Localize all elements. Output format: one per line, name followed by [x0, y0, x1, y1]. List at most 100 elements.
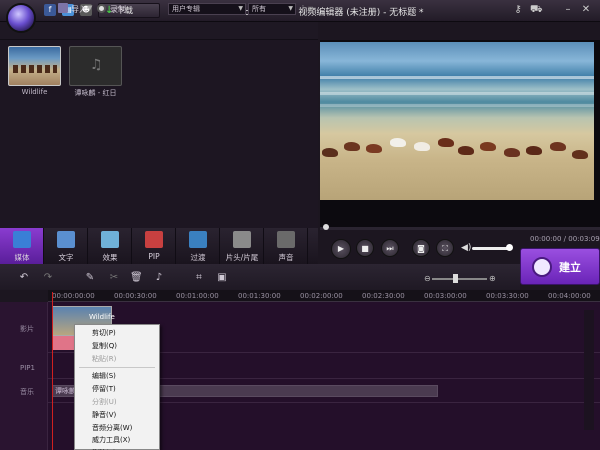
tab-3[interactable]: PIP	[132, 228, 176, 264]
camera-icon: ◙	[417, 244, 425, 253]
context-menu-item[interactable]: 静音(V)	[76, 409, 158, 422]
stop-button[interactable]: ■	[356, 239, 374, 257]
redo-icon[interactable]: ↷	[42, 272, 54, 283]
tab-label: 媒体	[14, 253, 30, 262]
stop-icon: ■	[361, 244, 369, 253]
tab-label: 片头/片尾	[225, 253, 259, 262]
ruler-tick-label: 00:01:30:00	[238, 292, 281, 300]
tab-label: PIP	[148, 252, 160, 261]
ruler-tick-label: 00:02:30:00	[362, 292, 405, 300]
context-menu-item[interactable]: 威力工具(X)	[76, 434, 158, 447]
ruler-tick-label: 00:04:00:00	[548, 292, 591, 300]
progress-handle[interactable]	[323, 224, 329, 230]
media-thumb-music[interactable]: ♫	[69, 46, 122, 86]
delete-icon[interactable]: 🗑	[130, 272, 143, 283]
album-select-value: 用户专辑	[172, 5, 200, 13]
tab-label: 过渡	[190, 253, 206, 262]
transition-icon	[189, 231, 207, 248]
timeline-toolbar	[0, 264, 520, 290]
media-thumb-wildlife[interactable]	[8, 46, 61, 86]
play-icon: ▶	[337, 244, 345, 253]
ruler-tick-label: 00:00:00:00	[52, 292, 95, 300]
filter-select[interactable]: 所有 ▼	[248, 3, 296, 15]
ruler-tick-label: 00:01:00:00	[176, 292, 219, 300]
download-button[interactable]: ↓ 下载	[98, 3, 160, 18]
pip-icon	[145, 231, 163, 248]
timeline-scrollbar[interactable]	[584, 310, 594, 430]
tab-4[interactable]: 过渡	[176, 228, 220, 264]
key-icon[interactable]: ⚷	[512, 4, 524, 15]
volume-icon[interactable]: ◀)	[461, 243, 471, 253]
context-menu: 剪切(P) 复制(Q) 粘贴(R) 编辑(S) 停留(T) 分割(U) 静音(V) 音频分离(…	[74, 324, 160, 450]
volume-handle[interactable]	[506, 244, 513, 251]
zoom-handle[interactable]	[453, 274, 458, 283]
fullscreen-icon: ⛶	[442, 244, 448, 253]
zoom-out-icon[interactable]: ⊖	[424, 274, 431, 283]
track-label-music: 音乐	[20, 388, 34, 396]
minimize-icon[interactable]: –	[562, 4, 574, 15]
facebook-icon[interactable]: f	[44, 4, 56, 16]
media-caption: 谭咏麟 - 红日	[74, 89, 117, 97]
sound-icon	[277, 231, 295, 248]
context-menu-item[interactable]: 分割(U)	[76, 396, 158, 409]
chevron-down-icon[interactable]: ▼	[87, 4, 92, 12]
menu-separator	[79, 367, 155, 369]
import-button[interactable]: 导入	[71, 4, 87, 15]
media-toolbar	[0, 22, 318, 40]
context-menu-item[interactable]: 粘贴(R)	[76, 353, 158, 366]
track-label-pip: PIP1	[20, 364, 35, 372]
fullscreen-button[interactable]: ⛶	[436, 239, 454, 257]
context-menu-item[interactable]: 复制(Q)	[76, 340, 158, 353]
album-select[interactable]: 用户专辑 ▼	[168, 3, 246, 15]
context-menu-item[interactable]: 停留(T)	[76, 383, 158, 396]
next-frame-icon: ⏭	[386, 244, 394, 253]
text-icon	[57, 231, 75, 248]
ruler-tick-label: 00:00:30:00	[114, 292, 157, 300]
media-icon	[13, 231, 31, 248]
context-menu-item[interactable]: 音频分离(W)	[76, 422, 158, 435]
record-icon[interactable]	[97, 4, 106, 13]
create-button[interactable]: 建立	[520, 248, 600, 285]
next-frame-button[interactable]: ⏭	[381, 239, 399, 257]
app-logo[interactable]	[6, 3, 36, 33]
tab-label: 效果	[102, 253, 118, 262]
mic-icon[interactable]: ♪	[153, 272, 165, 283]
tab-6[interactable]: 声音	[264, 228, 308, 264]
play-button[interactable]: ▶	[331, 239, 351, 259]
undo-icon[interactable]: ↶	[18, 272, 30, 283]
context-menu-item[interactable]: 剪切(P)	[76, 327, 158, 340]
playhead[interactable]	[52, 292, 53, 450]
snapshot-button[interactable]: ◙	[412, 239, 430, 257]
chevron-down-icon: ▼	[238, 5, 243, 12]
import-icon[interactable]	[58, 3, 68, 13]
tab-0[interactable]: 媒体	[0, 228, 44, 264]
context-menu-item[interactable]: 编辑(S)	[76, 370, 158, 383]
media-caption: Wildlife	[21, 88, 48, 96]
video-clip-label: Wildlife	[89, 313, 115, 321]
cut-icon[interactable]: ✂	[108, 272, 120, 283]
tab-label: 声音	[278, 253, 294, 262]
filter-select-value: 所有	[252, 5, 266, 13]
tab-1[interactable]: 文字	[44, 228, 88, 264]
zoom-slider[interactable]	[432, 278, 487, 280]
edit-icon[interactable]: ✎	[84, 272, 96, 283]
intro-credit-icon	[233, 231, 251, 248]
music-note-icon: ♫	[90, 57, 103, 73]
app-window: f ▤ ☻ ↓ 下载 Wondershare 视频编辑器 (未注册) - 无标题…	[0, 0, 600, 450]
create-label: 建立	[559, 261, 581, 274]
tab-2[interactable]: 效果	[88, 228, 132, 264]
ruler-tick-label: 00:03:00:00	[424, 292, 467, 300]
zoom-in-icon[interactable]: ⊕	[489, 274, 496, 283]
view-options-icon[interactable]: ⋮≡	[299, 4, 314, 13]
cart-icon[interactable]: ⛟	[530, 4, 543, 17]
film-reel-icon	[532, 257, 552, 277]
playback-progress[interactable]	[320, 227, 600, 230]
record-button[interactable]: 录制	[110, 4, 126, 15]
preview-video[interactable]	[320, 42, 594, 200]
crop-icon[interactable]: ⌗	[193, 272, 205, 283]
tab-5[interactable]: 片头/片尾	[220, 228, 264, 264]
snapshot-icon[interactable]: ▣	[216, 272, 228, 283]
timecode: 00:00:00 / 00:03:09	[530, 235, 600, 243]
ruler-tick-label: 00:03:30:00	[486, 292, 529, 300]
close-icon[interactable]: ✕	[580, 4, 592, 15]
